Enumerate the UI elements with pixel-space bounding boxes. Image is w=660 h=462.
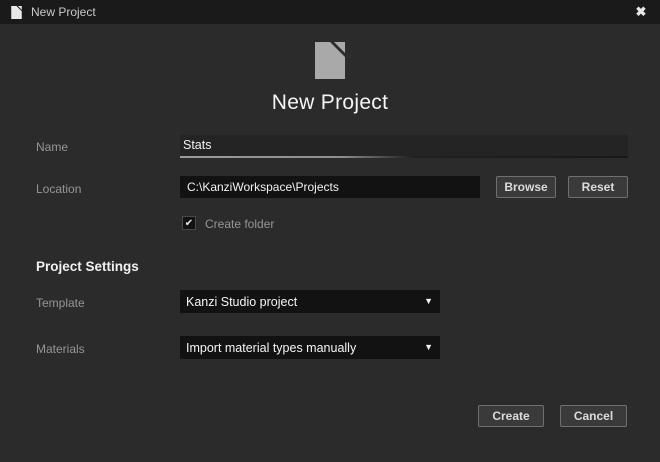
- location-label: Location: [36, 182, 82, 196]
- new-project-document-icon: [315, 42, 345, 84]
- document-icon: [11, 5, 22, 19]
- reset-button[interactable]: Reset: [568, 176, 628, 198]
- materials-value: Import material types manually: [186, 340, 357, 355]
- chevron-down-icon: ▼: [424, 296, 433, 306]
- name-label: Name: [36, 140, 69, 154]
- new-project-dialog: New Project ✖ New Project Name Stats Loc…: [0, 0, 660, 462]
- template-label: Template: [36, 296, 85, 310]
- create-button[interactable]: Create: [478, 405, 544, 427]
- template-value: Kanzi Studio project: [186, 294, 298, 309]
- name-input[interactable]: Stats: [180, 135, 628, 158]
- create-folder-label: Create folder: [205, 217, 275, 231]
- materials-dropdown[interactable]: Import material types manually ▼: [180, 336, 440, 359]
- project-settings-heading: Project Settings: [36, 259, 139, 274]
- close-icon[interactable]: ✖: [631, 2, 651, 22]
- template-dropdown[interactable]: Kanzi Studio project ▼: [180, 290, 440, 313]
- name-underline: [180, 156, 628, 158]
- materials-label: Materials: [36, 342, 85, 356]
- window-title: New Project: [31, 5, 96, 19]
- checkmark-icon: ✔: [184, 217, 194, 229]
- location-input[interactable]: [180, 176, 480, 198]
- cancel-button[interactable]: Cancel: [560, 405, 627, 427]
- titlebar: New Project ✖: [0, 0, 660, 24]
- create-folder-checkbox[interactable]: ✔: [182, 216, 196, 230]
- browse-button[interactable]: Browse: [496, 176, 556, 198]
- chevron-down-icon: ▼: [424, 342, 433, 352]
- name-value: Stats: [183, 138, 212, 152]
- page-title: New Project: [271, 91, 389, 114]
